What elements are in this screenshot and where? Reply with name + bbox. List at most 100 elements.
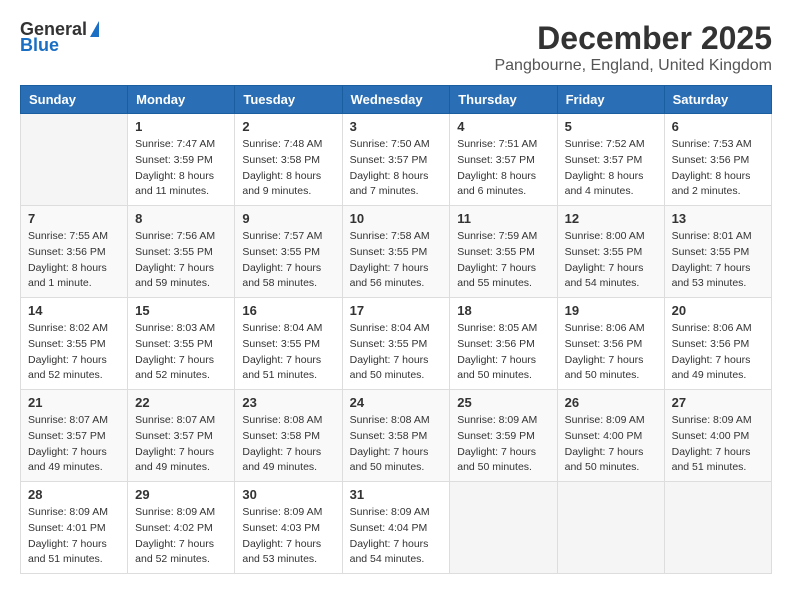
calendar-day-cell: 13 Sunrise: 8:01 AMSunset: 3:55 PMDayligh… (664, 206, 771, 298)
day-info: Sunrise: 7:57 AMSunset: 3:55 PMDaylight:… (242, 229, 334, 292)
day-number: 19 (565, 303, 657, 318)
calendar-day-cell: 30 Sunrise: 8:09 AMSunset: 4:03 PMDayligh… (235, 482, 342, 574)
day-number: 12 (565, 211, 657, 226)
day-info: Sunrise: 8:00 AMSunset: 3:55 PMDaylight:… (565, 229, 657, 292)
day-number: 24 (350, 395, 443, 410)
day-info: Sunrise: 8:09 AMSunset: 4:02 PMDaylight:… (135, 505, 227, 568)
day-number: 28 (28, 487, 120, 502)
day-info: Sunrise: 7:58 AMSunset: 3:55 PMDaylight:… (350, 229, 443, 292)
day-number: 13 (672, 211, 764, 226)
day-number: 18 (457, 303, 549, 318)
calendar-day-cell: 10Sunrise: 7:58 AMSunset: 3:55 PMDayligh… (342, 206, 450, 298)
calendar-day-cell: 3Sunrise: 7:50 AMSunset: 3:57 PMDaylight… (342, 114, 450, 206)
day-number: 8 (135, 211, 227, 226)
day-number: 29 (135, 487, 227, 502)
day-info: Sunrise: 7:52 AMSunset: 3:57 PMDaylight:… (565, 137, 657, 200)
title-area: December 2025 Pangbourne, England, Unite… (494, 20, 772, 75)
day-number: 4 (457, 119, 549, 134)
calendar-week-row: 14 Sunrise: 8:02 AMSunset: 3:55 PMDayligh… (21, 298, 772, 390)
day-number: 14 (28, 303, 120, 318)
day-info: Sunrise: 7:55 AMSunset: 3:56 PMDaylight:… (28, 229, 120, 292)
day-info: Sunrise: 8:04 AMSunset: 3:55 PMDaylight:… (350, 321, 443, 384)
day-number: 21 (28, 395, 120, 410)
calendar-day-cell (664, 482, 771, 574)
day-info: Sunrise: 7:50 AMSunset: 3:57 PMDaylight:… (350, 137, 443, 200)
calendar-day-cell: 28 Sunrise: 8:09 AMSunset: 4:01 PMDayligh… (21, 482, 128, 574)
calendar-day-cell: 6 Sunrise: 7:53 AMSunset: 3:56 PMDaylight… (664, 114, 771, 206)
month-title: December 2025 (494, 20, 772, 57)
calendar-header-cell: Tuesday (235, 86, 342, 114)
day-number: 20 (672, 303, 764, 318)
day-info: Sunrise: 8:08 AMSunset: 3:58 PMDaylight:… (350, 413, 443, 476)
calendar-day-cell: 31 Sunrise: 8:09 AMSunset: 4:04 PMDayligh… (342, 482, 450, 574)
calendar-week-row: 28 Sunrise: 8:09 AMSunset: 4:01 PMDayligh… (21, 482, 772, 574)
day-info: Sunrise: 8:08 AMSunset: 3:58 PMDaylight:… (242, 413, 334, 476)
logo: General Blue (20, 20, 99, 54)
calendar-day-cell: 15Sunrise: 8:03 AMSunset: 3:55 PMDayligh… (128, 298, 235, 390)
calendar-day-cell: 1 Sunrise: 7:47 AMSunset: 3:59 PMDaylight… (128, 114, 235, 206)
calendar-week-row: 1 Sunrise: 7:47 AMSunset: 3:59 PMDaylight… (21, 114, 772, 206)
calendar-day-cell: 24 Sunrise: 8:08 AMSunset: 3:58 PMDayligh… (342, 390, 450, 482)
day-info: Sunrise: 7:48 AMSunset: 3:58 PMDaylight:… (242, 137, 334, 200)
calendar-table: SundayMondayTuesdayWednesdayThursdayFrid… (20, 85, 772, 574)
calendar-week-row: 7 Sunrise: 7:55 AMSunset: 3:56 PMDaylight… (21, 206, 772, 298)
day-number: 2 (242, 119, 334, 134)
day-info: Sunrise: 8:06 AMSunset: 3:56 PMDaylight:… (672, 321, 764, 384)
calendar-day-cell: 4Sunrise: 7:51 AMSunset: 3:57 PMDaylight… (450, 114, 557, 206)
day-info: Sunrise: 8:07 AMSunset: 3:57 PMDaylight:… (135, 413, 227, 476)
calendar-body: 1 Sunrise: 7:47 AMSunset: 3:59 PMDaylight… (21, 114, 772, 574)
calendar-header-cell: Thursday (450, 86, 557, 114)
page-header: General Blue December 2025 Pangbourne, E… (20, 20, 772, 75)
day-info: Sunrise: 7:53 AMSunset: 3:56 PMDaylight:… (672, 137, 764, 200)
day-number: 16 (242, 303, 334, 318)
calendar-day-cell: 2 Sunrise: 7:48 AMSunset: 3:58 PMDaylight… (235, 114, 342, 206)
day-info: Sunrise: 8:09 AMSunset: 3:59 PMDaylight:… (457, 413, 549, 476)
day-number: 6 (672, 119, 764, 134)
calendar-day-cell: 29 Sunrise: 8:09 AMSunset: 4:02 PMDayligh… (128, 482, 235, 574)
calendar-day-cell: 18 Sunrise: 8:05 AMSunset: 3:56 PMDayligh… (450, 298, 557, 390)
day-number: 30 (242, 487, 334, 502)
day-number: 25 (457, 395, 549, 410)
calendar-day-cell: 19Sunrise: 8:06 AMSunset: 3:56 PMDayligh… (557, 298, 664, 390)
calendar-header-cell: Sunday (21, 86, 128, 114)
calendar-day-cell: 23Sunrise: 8:08 AMSunset: 3:58 PMDayligh… (235, 390, 342, 482)
day-info: Sunrise: 8:02 AMSunset: 3:55 PMDaylight:… (28, 321, 120, 384)
calendar-day-cell (557, 482, 664, 574)
calendar-day-cell: 26Sunrise: 8:09 AMSunset: 4:00 PMDayligh… (557, 390, 664, 482)
day-info: Sunrise: 8:09 AMSunset: 4:04 PMDaylight:… (350, 505, 443, 568)
calendar-day-cell: 8 Sunrise: 7:56 AMSunset: 3:55 PMDaylight… (128, 206, 235, 298)
calendar-day-cell: 21 Sunrise: 8:07 AMSunset: 3:57 PMDayligh… (21, 390, 128, 482)
day-info: Sunrise: 8:01 AMSunset: 3:55 PMDaylight:… (672, 229, 764, 292)
calendar-header-cell: Friday (557, 86, 664, 114)
day-number: 9 (242, 211, 334, 226)
calendar-day-cell: 17 Sunrise: 8:04 AMSunset: 3:55 PMDayligh… (342, 298, 450, 390)
day-info: Sunrise: 8:04 AMSunset: 3:55 PMDaylight:… (242, 321, 334, 384)
day-number: 17 (350, 303, 443, 318)
day-number: 22 (135, 395, 227, 410)
calendar-day-cell: 22 Sunrise: 8:07 AMSunset: 3:57 PMDayligh… (128, 390, 235, 482)
day-info: Sunrise: 7:56 AMSunset: 3:55 PMDaylight:… (135, 229, 227, 292)
calendar-header-cell: Saturday (664, 86, 771, 114)
day-info: Sunrise: 8:09 AMSunset: 4:01 PMDaylight:… (28, 505, 120, 568)
calendar-day-cell: 9 Sunrise: 7:57 AMSunset: 3:55 PMDaylight… (235, 206, 342, 298)
day-number: 11 (457, 211, 549, 226)
calendar-header-cell: Wednesday (342, 86, 450, 114)
day-info: Sunrise: 8:05 AMSunset: 3:56 PMDaylight:… (457, 321, 549, 384)
calendar-week-row: 21 Sunrise: 8:07 AMSunset: 3:57 PMDayligh… (21, 390, 772, 482)
day-info: Sunrise: 8:09 AMSunset: 4:03 PMDaylight:… (242, 505, 334, 568)
calendar-day-cell: 27 Sunrise: 8:09 AMSunset: 4:00 PMDayligh… (664, 390, 771, 482)
day-info: Sunrise: 8:09 AMSunset: 4:00 PMDaylight:… (672, 413, 764, 476)
day-info: Sunrise: 8:07 AMSunset: 3:57 PMDaylight:… (28, 413, 120, 476)
day-number: 7 (28, 211, 120, 226)
calendar-day-cell: 5Sunrise: 7:52 AMSunset: 3:57 PMDaylight… (557, 114, 664, 206)
day-number: 1 (135, 119, 227, 134)
day-number: 27 (672, 395, 764, 410)
logo-blue-text: Blue (20, 36, 99, 54)
calendar-day-cell: 7 Sunrise: 7:55 AMSunset: 3:56 PMDaylight… (21, 206, 128, 298)
calendar-day-cell: 25 Sunrise: 8:09 AMSunset: 3:59 PMDayligh… (450, 390, 557, 482)
day-number: 31 (350, 487, 443, 502)
day-info: Sunrise: 8:09 AMSunset: 4:00 PMDaylight:… (565, 413, 657, 476)
day-info: Sunrise: 7:59 AMSunset: 3:55 PMDaylight:… (457, 229, 549, 292)
calendar-day-cell: 12 Sunrise: 8:00 AMSunset: 3:55 PMDayligh… (557, 206, 664, 298)
day-info: Sunrise: 7:47 AMSunset: 3:59 PMDaylight:… (135, 137, 227, 200)
